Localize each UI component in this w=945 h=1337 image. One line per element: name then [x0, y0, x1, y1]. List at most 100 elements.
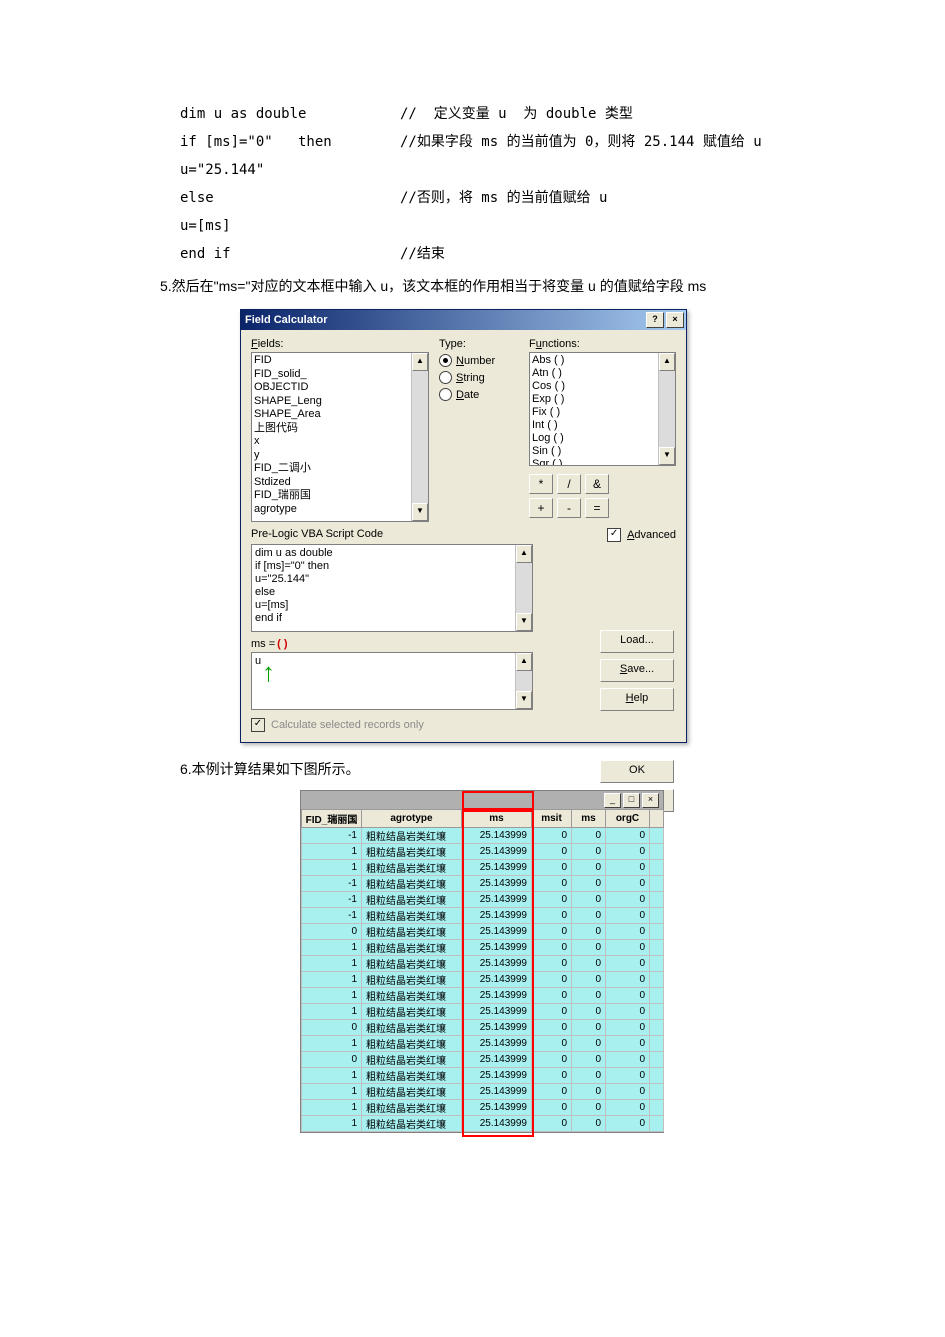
table-row[interactable]: -1粗粒结晶岩类红壤25.143999000 [302, 876, 664, 892]
scrollbar[interactable]: ▲ ▼ [515, 653, 532, 709]
table-row[interactable]: 1粗粒结晶岩类红壤25.143999000 [302, 1100, 664, 1116]
operator-button[interactable]: - [557, 498, 581, 518]
field-item[interactable]: agrotype [254, 503, 409, 517]
field-item[interactable]: SHAPE_Area [254, 408, 409, 422]
close-icon[interactable]: × [642, 793, 659, 808]
table-header[interactable]: orgC [606, 810, 650, 828]
function-item[interactable]: Sqr ( ) [532, 458, 656, 465]
scroll-down-icon[interactable]: ▼ [516, 691, 532, 709]
prelogic-textarea[interactable]: dim u as double if [ms]="0" then u="25.1… [251, 544, 533, 632]
scrollbar[interactable]: ▲ ▼ [658, 353, 675, 465]
table-cell: 0 [606, 1116, 650, 1132]
field-item[interactable]: FID_瑞丽国 [254, 489, 409, 503]
function-item[interactable]: Abs ( ) [532, 354, 656, 367]
table-row[interactable]: -1粗粒结晶岩类红壤25.143999000 [302, 908, 664, 924]
fields-label: Fields: [251, 338, 429, 350]
scroll-up-icon[interactable]: ▲ [516, 653, 532, 671]
operator-button[interactable]: & [585, 474, 609, 494]
fields-listbox[interactable]: FIDFID_solid_OBJECTIDSHAPE_LengSHAPE_Are… [251, 352, 429, 522]
scroll-down-icon[interactable]: ▼ [516, 613, 532, 631]
field-item[interactable]: 上图代码 [254, 422, 409, 436]
scrollbar[interactable]: ▲ ▼ [411, 353, 428, 521]
table-header[interactable]: ms [462, 810, 532, 828]
field-item[interactable]: SHAPE_Leng [254, 395, 409, 409]
table-header[interactable]: FID_瑞丽国 [302, 810, 362, 828]
operator-button[interactable]: + [529, 498, 553, 518]
field-item[interactable]: FID_solid_ [254, 368, 409, 382]
table-row[interactable]: -1粗粒结晶岩类红壤25.143999000 [302, 892, 664, 908]
operator-button[interactable]: * [529, 474, 553, 494]
table-header[interactable]: msit [532, 810, 572, 828]
table-row[interactable]: -1粗粒结晶岩类红壤25.143999000 [302, 828, 664, 844]
field-item[interactable]: y [254, 449, 409, 463]
advanced-checkbox[interactable] [607, 528, 621, 542]
function-item[interactable]: Log ( ) [532, 432, 656, 445]
table-row[interactable]: 1粗粒结晶岩类红壤25.143999000 [302, 1116, 664, 1132]
scroll-up-icon[interactable]: ▲ [516, 545, 532, 563]
table-row[interactable]: 1粗粒结晶岩类红壤25.143999000 [302, 860, 664, 876]
scroll-down-icon[interactable]: ▼ [412, 503, 428, 521]
table-row[interactable]: 1粗粒结晶岩类红壤25.143999000 [302, 1036, 664, 1052]
table-cell: 粗粒结晶岩类红壤 [362, 956, 462, 972]
function-item[interactable]: Int ( ) [532, 419, 656, 432]
table-cell [650, 924, 664, 940]
operator-button[interactable]: = [585, 498, 609, 518]
table-row[interactable]: 1粗粒结晶岩类红壤25.143999000 [302, 1068, 664, 1084]
field-item[interactable]: OBJECTID [254, 381, 409, 395]
field-item[interactable]: FID_二调小 [254, 462, 409, 476]
function-item[interactable]: Atn ( ) [532, 367, 656, 380]
table-row[interactable]: 1粗粒结晶岩类红壤25.143999000 [302, 972, 664, 988]
help-button[interactable]: Help [600, 688, 674, 711]
radio-icon[interactable] [439, 371, 452, 384]
functions-listbox[interactable]: Abs ( )Atn ( )Cos ( )Exp ( )Fix ( )Int (… [529, 352, 676, 466]
type-radio-string[interactable]: String [439, 371, 519, 384]
vba-explanation-block: dim u as double// 定义变量 u 为 double 类型if [… [180, 100, 885, 268]
output-textarea[interactable]: u ▲ ▼ ↑ [251, 652, 533, 710]
ok-button[interactable]: OK [600, 760, 674, 783]
table-cell: 0 [606, 924, 650, 940]
minimize-icon[interactable]: _ [604, 793, 621, 808]
radio-icon[interactable] [439, 388, 452, 401]
operator-button[interactable]: / [557, 474, 581, 494]
type-radio-date[interactable]: Date [439, 388, 519, 401]
table-header[interactable]: agrotype [362, 810, 462, 828]
table-cell: 粗粒结晶岩类红壤 [362, 860, 462, 876]
scroll-up-icon[interactable]: ▲ [412, 353, 428, 371]
table-cell: 0 [532, 1068, 572, 1084]
scrollbar[interactable]: ▲ ▼ [515, 545, 532, 631]
table-row[interactable]: 0粗粒结晶岩类红壤25.143999000 [302, 1052, 664, 1068]
type-radio-number[interactable]: Number [439, 354, 519, 367]
field-item[interactable]: x [254, 435, 409, 449]
table-cell: 粗粒结晶岩类红壤 [362, 908, 462, 924]
table-row[interactable]: 0粗粒结晶岩类红壤25.143999000 [302, 1020, 664, 1036]
maximize-icon[interactable]: □ [623, 793, 640, 808]
function-item[interactable]: Fix ( ) [532, 406, 656, 419]
table-cell: 25.143999 [462, 1116, 532, 1132]
table-row[interactable]: 1粗粒结晶岩类红壤25.143999000 [302, 1004, 664, 1020]
save-button[interactable]: Save... [600, 659, 674, 682]
table-row[interactable]: 1粗粒结晶岩类红壤25.143999000 [302, 956, 664, 972]
table-row[interactable]: 1粗粒结晶岩类红壤25.143999000 [302, 940, 664, 956]
field-item[interactable]: FID [254, 354, 409, 368]
function-item[interactable]: Cos ( ) [532, 380, 656, 393]
table-cell [650, 844, 664, 860]
function-item[interactable]: Sin ( ) [532, 445, 656, 458]
load-button[interactable]: Load... [600, 630, 674, 653]
table-cell: 0 [606, 860, 650, 876]
table-row[interactable]: 1粗粒结晶岩类红壤25.143999000 [302, 1084, 664, 1100]
scroll-up-icon[interactable]: ▲ [659, 353, 675, 371]
table-cell: 0 [572, 924, 606, 940]
table-row[interactable]: 1粗粒结晶岩类红壤25.143999000 [302, 844, 664, 860]
result-table: FID_瑞丽国agrotypemsmsitmsorgC -1粗粒结晶岩类红壤25… [301, 809, 664, 1132]
field-item[interactable]: Stdized [254, 476, 409, 490]
close-icon[interactable]: × [666, 312, 684, 328]
scroll-down-icon[interactable]: ▼ [659, 447, 675, 465]
help-icon[interactable]: ? [646, 312, 664, 328]
code-text: u="25.144" [180, 156, 400, 184]
table-row[interactable]: 0粗粒结晶岩类红壤25.143999000 [302, 924, 664, 940]
table-header[interactable]: ms [572, 810, 606, 828]
dialog-title: Field Calculator [245, 314, 644, 326]
radio-icon[interactable] [439, 354, 452, 367]
table-row[interactable]: 1粗粒结晶岩类红壤25.143999000 [302, 988, 664, 1004]
function-item[interactable]: Exp ( ) [532, 393, 656, 406]
